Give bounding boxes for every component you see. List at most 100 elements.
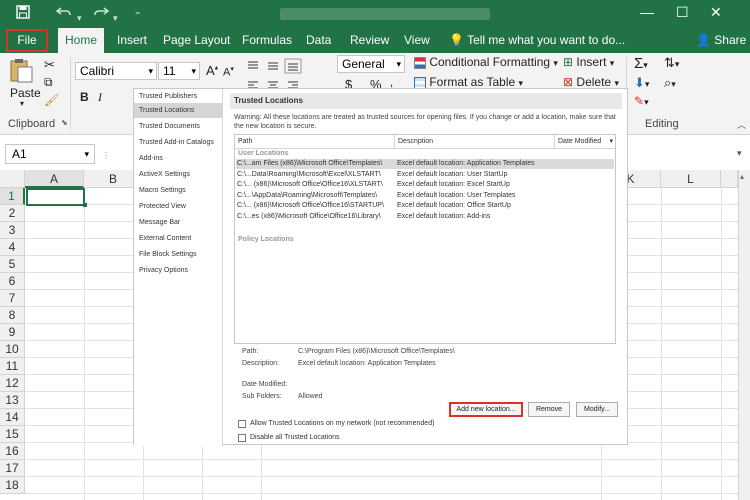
paste-button[interactable]: Paste [10,86,41,100]
allow-network-checkbox[interactable] [238,420,246,428]
tab-insert[interactable]: Insert [117,28,147,53]
tab-page-layout[interactable]: Page Layout [163,28,230,53]
format-as-table-button[interactable]: Format as Table ▾ [414,75,523,89]
nav-item-protected-view[interactable]: Protected View [134,199,223,214]
sort-filter-icon[interactable]: ⇅▾ [664,55,679,71]
font-name-box[interactable]: Calibri ▾ [75,62,157,80]
row-header[interactable]: 6 [0,273,25,290]
nav-item-macro-settings[interactable]: Macro Settings [134,183,223,198]
row-header[interactable]: 9 [0,324,25,341]
nav-item-privacy-options[interactable]: Privacy Options [134,263,223,278]
row-header[interactable]: 12 [0,375,25,392]
row-header[interactable]: 14 [0,409,25,426]
shrink-font-button[interactable]: A▾ [223,65,234,79]
location-row[interactable]: C:\... (x86)\Microsoft Office\Office16\S… [236,201,614,211]
redo-icon[interactable] [93,5,110,24]
customize-toolbar-icon[interactable]: ⁼ [135,7,140,25]
expand-formula-bar-icon[interactable]: ▾ [737,148,742,159]
nav-item-trusted-locations[interactable]: Trusted Locations [134,103,223,118]
select-all-corner[interactable] [0,170,25,188]
row-header[interactable]: 18 [0,477,25,494]
disable-all-checkbox[interactable] [238,434,246,442]
row-header[interactable]: 2 [0,205,25,222]
redo-dropdown-icon[interactable]: ▾ [113,9,118,27]
location-row[interactable]: C:\...es (x86)\Microsoft Office\Office16… [236,212,614,222]
font-size-box[interactable]: 11 ▾ [158,62,200,80]
clear-icon[interactable]: ✎▾ [634,94,649,108]
row-header[interactable]: 16 [0,443,25,460]
formula-bar-splitter-icon[interactable]: ⋮ [102,151,110,160]
ribbon-tabs: File Home Insert Page Layout Formulas Da… [0,28,750,53]
autosum-icon[interactable]: Σ▾ [634,55,648,72]
minimize-icon[interactable]: — [640,4,654,20]
tab-review[interactable]: Review [350,28,389,53]
nav-item-trusted-documents[interactable]: Trusted Documents [134,119,223,134]
nav-item-add-ins[interactable]: Add-ins [134,151,223,166]
row-header[interactable]: 13 [0,392,25,409]
panel-title: Trusted Locations [230,93,622,109]
column-date-modified[interactable]: Date Modified ▾ [555,135,615,149]
bold-button[interactable]: B [80,90,89,104]
row-header[interactable]: 17 [0,460,25,477]
column-description[interactable]: Description [395,135,555,149]
collapse-ribbon-icon[interactable]: ︿ [737,118,746,131]
location-row[interactable]: C:\... (x86)\Microsoft Office\Office16\X… [236,180,614,190]
row-header[interactable]: 3 [0,222,25,239]
name-box[interactable]: A1 ▾ [5,144,95,164]
vertical-scrollbar[interactable]: ▴ [738,170,750,500]
selected-cell-a1[interactable] [26,188,85,206]
find-select-icon[interactable]: ⌕▾ [664,75,676,91]
italic-button[interactable]: I [98,90,102,105]
nav-item-message-bar[interactable]: Message Bar [134,215,223,230]
row-header[interactable]: 7 [0,290,25,307]
row-header[interactable]: 11 [0,358,25,375]
location-row[interactable]: C:\...\AppData\Roaming\Microsoft\Templat… [236,191,614,201]
tab-formulas[interactable]: Formulas [242,28,292,53]
clipboard-icon[interactable] [8,57,38,83]
maximize-icon[interactable]: ☐ [676,4,689,21]
clipboard-launcher-icon[interactable]: ⬊ [61,118,68,127]
grow-font-button[interactable]: A▴ [206,63,218,78]
undo-dropdown-icon[interactable]: ▾ [77,9,82,27]
remove-button[interactable]: Remove [528,402,570,417]
nav-item-file-block-settings[interactable]: File Block Settings [134,247,223,262]
close-icon[interactable]: ✕ [710,4,722,21]
fill-handle[interactable] [83,203,87,207]
location-row[interactable]: C:\...Data\Roaming\Microsoft\Excel\XLSTA… [236,170,614,180]
location-path: C:\...Data\Roaming\Microsoft\Excel\XLSTA… [237,170,381,178]
tell-me-box[interactable]: 💡 Tell me what you want to do... [449,28,625,53]
tab-view[interactable]: View [404,28,430,53]
tab-home[interactable]: Home [58,28,104,53]
column-path[interactable]: Path [235,135,395,149]
conditional-formatting-button[interactable]: Conditional Formatting ▾ [414,55,558,69]
cut-icon[interactable]: ✂ [44,57,55,73]
row-header[interactable]: 8 [0,307,25,324]
nav-item-trusted-add-in-catalogs[interactable]: Trusted Add-in Catalogs [134,135,223,150]
location-row[interactable]: C:\...am Files (x86)\Microsoft Office\Te… [236,159,614,169]
tab-data[interactable]: Data [306,28,331,53]
format-painter-icon[interactable]: 🖌 [44,93,59,107]
row-header[interactable]: 10 [0,341,25,358]
column-header-a[interactable]: A [25,170,84,188]
paste-dropdown-icon[interactable]: ▾ [20,99,24,108]
tab-file[interactable]: File [6,29,48,52]
number-format-box[interactable]: General ▾ [337,55,405,73]
scroll-up-icon[interactable]: ▴ [740,172,744,181]
nav-item-trusted-publishers[interactable]: Trusted Publishers [134,89,223,104]
nav-item-activex-settings[interactable]: ActiveX Settings [134,167,223,182]
undo-icon[interactable] [55,5,72,24]
copy-icon[interactable]: ⧉ [44,75,53,90]
nav-item-external-content[interactable]: External Content [134,231,223,246]
share-button[interactable]: 👤 Share [696,28,746,53]
row-header[interactable]: 15 [0,426,25,443]
fill-icon[interactable]: ⬇▾ [634,75,649,91]
delete-cells-button[interactable]: ⊠ Delete ▾ [563,75,619,89]
modify-button[interactable]: Modify... [576,402,618,417]
add-new-location-button[interactable]: Add new location... [449,402,523,417]
save-icon[interactable] [16,5,30,24]
column-header-l[interactable]: L [661,170,721,188]
row-header[interactable]: 4 [0,239,25,256]
row-header[interactable]: 5 [0,256,25,273]
row-header[interactable]: 1 [0,188,25,205]
insert-cells-button[interactable]: ⊞ Insert ▾ [563,55,614,69]
